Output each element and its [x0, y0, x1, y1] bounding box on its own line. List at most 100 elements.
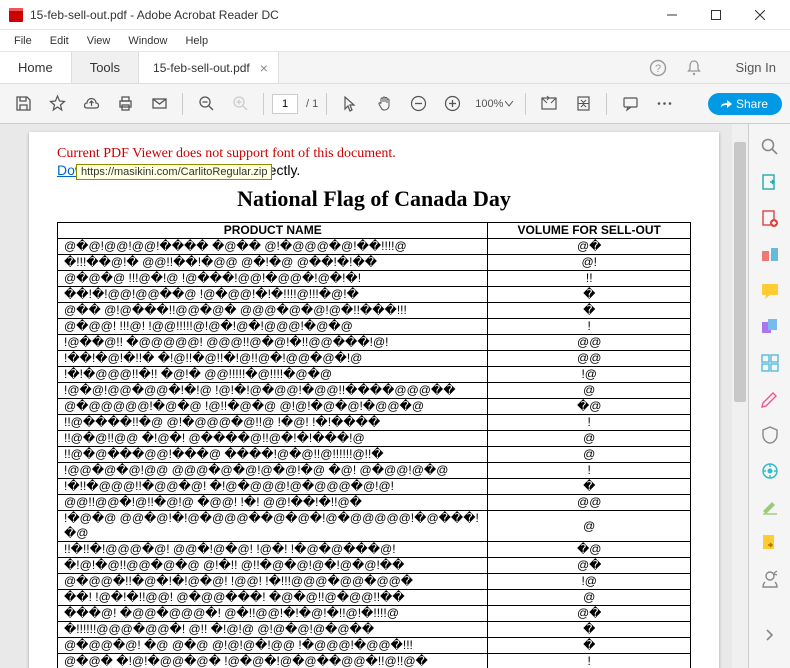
plus-icon[interactable] — [437, 89, 467, 119]
fit-width-icon[interactable] — [534, 89, 564, 119]
product-cell: !@�@!@@�@@�!�!@ !@!�!@�@@!�@@!!����@@@�� — [58, 383, 488, 399]
volume-cell: � — [488, 303, 691, 319]
volume-cell: @@ — [488, 335, 691, 351]
create-pdf-icon[interactable] — [755, 204, 785, 234]
organize-icon[interactable] — [755, 348, 785, 378]
table-row: @�@!@@!@@!���� �@�� @!�@@@�@!��!!!!@@� — [58, 239, 691, 255]
volume-cell: � — [488, 479, 691, 495]
volume-cell: ! — [488, 654, 691, 668]
volume-cell: ! — [488, 463, 691, 479]
tab-document[interactable]: 15-feb-sell-out.pdf × — [139, 52, 279, 83]
table-row: !!@�@!!@@ �!@�! @����@!!@�!�!���!@@ — [58, 431, 691, 447]
help-icon[interactable]: ? — [644, 54, 672, 82]
menu-window[interactable]: Window — [120, 33, 175, 49]
pdf-file-icon — [8, 7, 24, 23]
more-icon[interactable] — [649, 89, 679, 119]
search-tool-icon[interactable] — [755, 132, 785, 162]
fill-sign-icon[interactable] — [755, 492, 785, 522]
svg-text:?: ? — [654, 63, 660, 75]
link-tooltip: https://masikini.com/CarlitoRegular.zip — [76, 164, 272, 180]
more-tools-icon[interactable] — [755, 564, 785, 594]
sign-in-link[interactable]: Sign In — [722, 52, 790, 83]
tab-home[interactable]: Home — [0, 52, 72, 83]
comment-icon[interactable] — [615, 89, 645, 119]
upload-icon[interactable] — [76, 89, 106, 119]
menu-help[interactable]: Help — [177, 33, 216, 49]
volume-cell: !! — [488, 271, 691, 287]
volume-cell: @� — [488, 606, 691, 622]
minimize-button[interactable] — [650, 1, 694, 29]
table-row: !@�@!@@�@@�!�!@ !@!�!@�@@!�@@!!����@@@��… — [58, 383, 691, 399]
table-row: @�@� �!@!�@@�@� !@�@�!@�@��@@�!!@!!@�! — [58, 654, 691, 668]
menu-file[interactable]: File — [6, 33, 40, 49]
volume-cell: ! — [488, 415, 691, 431]
volume-cell: @ — [488, 447, 691, 463]
volume-cell: @� — [488, 239, 691, 255]
hand-icon[interactable] — [369, 89, 399, 119]
table-row: !��!�@!�!!� �!@!!�@!!�!@!!@�!@@�@�!@@@ — [58, 351, 691, 367]
volume-cell: � — [488, 622, 691, 638]
table-row: @�� @!@���!!@@�@� @@@�@�@!@�!!���!!!� — [58, 303, 691, 319]
table-row: �!@!�@!!@@�@�@ @!�!! @!!�@�@!@�!@�@!��@� — [58, 558, 691, 574]
export-pdf-icon[interactable] — [755, 168, 785, 198]
combine-icon[interactable] — [755, 312, 785, 342]
edit-pdf-icon[interactable] — [755, 240, 785, 270]
bell-icon[interactable] — [680, 54, 708, 82]
table-row: @�@@�!!�@�!�!@�@! !@@! !�!!!@@@�@@�@@�!@ — [58, 574, 691, 590]
fit-page-icon[interactable] — [568, 89, 598, 119]
menubar: File Edit View Window Help — [0, 30, 790, 52]
product-cell: !!�!!�!@@@�@! @@�!@�@! !@�! !�@�@���@! — [58, 542, 488, 558]
redact-icon[interactable] — [755, 384, 785, 414]
share-button[interactable]: Share — [708, 93, 782, 115]
email-icon[interactable] — [144, 89, 174, 119]
table-row: !�!!�@@@!!�@@�@! �!@�@@@!@�@@@�@!@!� — [58, 479, 691, 495]
save-icon[interactable] — [8, 89, 38, 119]
table-row: !�@�@ @@�@!�!@�@@@��@�@�!@�@@@@@!�@���!�… — [58, 511, 691, 542]
maximize-button[interactable] — [694, 1, 738, 29]
pointer-icon[interactable] — [335, 89, 365, 119]
product-cell: !!@�@���@@!���@ ����!@�@!!@!!!!!!@!!� — [58, 447, 488, 463]
protect-icon[interactable] — [755, 420, 785, 450]
comment-tool-icon[interactable] — [755, 276, 785, 306]
zoom-out-icon[interactable] — [191, 89, 221, 119]
volume-cell: @ — [488, 383, 691, 399]
product-cell: �!@!�@!!@@�@�@ @!�!! @!!�@�@!@�!@�@!�� — [58, 558, 488, 574]
vertical-scrollbar[interactable] — [732, 124, 748, 668]
right-tools-rail — [748, 124, 790, 668]
product-cell: ��!�!@@!@@��@ !@�@@!�!�!!!!@!!!�@!� — [58, 287, 488, 303]
volume-cell: �@ — [488, 542, 691, 558]
volume-cell: @ — [488, 590, 691, 606]
tab-document-close-icon[interactable]: × — [260, 60, 268, 76]
zoom-in-icon[interactable] — [225, 89, 255, 119]
tab-document-label: 15-feb-sell-out.pdf — [153, 61, 250, 75]
page-number-input[interactable] — [272, 94, 298, 114]
product-cell: !@@�@�@!@@ @@@�@�@!@�@!�@ �@! @�@@!@�@ — [58, 463, 488, 479]
tab-tools[interactable]: Tools — [72, 52, 139, 83]
product-cell: @@!!@@�!@!!�@!@ �@@! !�! @@!��!�!!@� — [58, 495, 488, 511]
print-icon[interactable] — [110, 89, 140, 119]
menu-edit[interactable]: Edit — [42, 33, 77, 49]
minus-icon[interactable] — [403, 89, 433, 119]
menu-view[interactable]: View — [79, 33, 119, 49]
product-cell: !�@�@ @@�@!�!@�@@@��@�@�!@�@@@@@!�@���!�… — [58, 511, 488, 542]
close-button[interactable] — [738, 1, 782, 29]
volume-cell: @� — [488, 558, 691, 574]
product-cell: @�� @!@���!!@@�@� @@@�@�@!@�!!���!!! — [58, 303, 488, 319]
document-viewport[interactable]: Current PDF Viewer does not support font… — [0, 124, 748, 668]
zoom-dropdown[interactable]: 100% — [471, 96, 517, 112]
compress-icon[interactable] — [755, 456, 785, 486]
product-cell: !!@�@!!@@ �!@�! @����@!!@�!�!���!@ — [58, 431, 488, 447]
product-cell: !�!�@@@!!�!! �@!� @@!!!!!�@!!!!�@�@ — [58, 367, 488, 383]
product-cell: @�@@�!!�@�!�!@�@! !@@! !�!!!@@@�@@�@@� — [58, 574, 488, 590]
collapse-rail-icon[interactable] — [765, 628, 775, 642]
send-icon[interactable] — [755, 528, 785, 558]
product-cell: �!!!��@!� @@!!��!�@@ @�!�@ @��!�!�� — [58, 255, 488, 271]
product-cell: ���@! �@@�@@@�! @�!!@@!�!�@!�!!@!�!!!!@ — [58, 606, 488, 622]
scrollbar-thumb[interactable] — [734, 142, 746, 402]
volume-cell: ! — [488, 319, 691, 335]
table-header-product: PRODUCT NAME — [58, 223, 488, 239]
star-icon[interactable] — [42, 89, 72, 119]
table-row: ���@! �@@�@@@�! @�!!@@!�!�@!�!!@!�!!!!@@… — [58, 606, 691, 622]
table-row: ��! !@�!�!!@@! @�@@���! �@�@!!@�@@!!��@ — [58, 590, 691, 606]
product-cell: �!!!!!!@@@�@@�! @!! �!@!@ @!@�@!@�@�� — [58, 622, 488, 638]
